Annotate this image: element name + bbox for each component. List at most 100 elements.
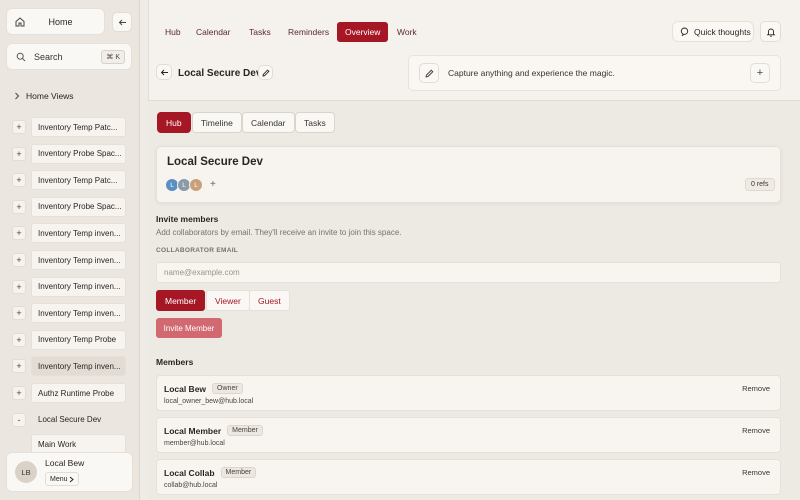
home-views-label: Home Views — [26, 91, 74, 101]
sidebar-item[interactable]: + Inventory Temp inven... — [12, 303, 126, 324]
remove-member-button[interactable]: Remove — [742, 426, 770, 435]
tab-work[interactable]: Work — [389, 22, 425, 42]
pencil-icon — [261, 68, 270, 77]
sidebar-item[interactable]: + Inventory Temp Patc... — [12, 170, 126, 191]
sidebar-item[interactable]: + Authz Runtime Probe — [12, 383, 126, 403]
sidebar-item-label: Authz Runtime Probe — [31, 383, 126, 403]
menu-label: Menu — [50, 475, 68, 483]
collaborator-email-label: COLLABORATOR EMAIL — [156, 247, 239, 254]
chevron-right-icon — [69, 476, 74, 483]
user-card: LB Local Bew Menu — [6, 452, 133, 492]
chevron-right-icon — [14, 92, 20, 100]
quick-thoughts-button[interactable]: Quick thoughts — [672, 21, 754, 42]
sidebar-item[interactable]: + Inventory Temp inven... — [12, 356, 126, 377]
subtab-calendar[interactable]: Calendar — [242, 112, 295, 133]
sidebar-item[interactable]: + Inventory Temp inven... — [12, 276, 126, 297]
search-button[interactable]: Search ⌘ K — [6, 43, 132, 70]
back-button[interactable] — [156, 64, 172, 80]
expand-icon[interactable]: + — [12, 146, 26, 161]
user-name: Local Bew — [45, 458, 85, 468]
add-collaborator-button[interactable]: + — [210, 179, 216, 190]
remove-member-button[interactable]: Remove — [742, 468, 770, 477]
collapse-sidebar-button[interactable] — [112, 12, 132, 32]
sidebar-item-label: Inventory Temp inven... — [31, 356, 126, 377]
tab-hub[interactable]: Hub — [157, 22, 189, 42]
invite-member-button[interactable]: Invite Member — [156, 318, 222, 338]
expand-icon[interactable]: + — [12, 359, 26, 374]
member-name-text: Local Bew — [164, 383, 207, 394]
sidebar-item-label: Inventory Temp inven... — [31, 250, 126, 270]
invite-heading: Invite members — [156, 214, 219, 224]
remove-member-button[interactable]: Remove — [742, 384, 770, 393]
member-email: member@hub.local — [164, 440, 225, 447]
sidebar-item[interactable]: + Inventory Temp Patc... — [12, 117, 126, 137]
sidebar-item[interactable]: + Inventory Probe Spac... — [12, 143, 126, 164]
member-name: Local Collab Member — [164, 467, 257, 478]
quick-thoughts-label: Quick thoughts — [694, 26, 751, 37]
notifications-button[interactable] — [760, 21, 781, 42]
sidebar-item[interactable]: + Inventory Probe Spac... — [12, 196, 126, 217]
invite-description: Add collaborators by email. They'll rece… — [156, 228, 402, 237]
capture-bar[interactable]: Capture anything and experience the magi… — [408, 55, 781, 91]
arrow-left-icon — [118, 18, 127, 27]
collapse-icon[interactable]: - — [12, 412, 26, 427]
member-name-text: Local Collab — [164, 467, 215, 478]
expand-icon[interactable]: + — [12, 173, 26, 188]
sidebar-item[interactable]: + Inventory Temp inven... — [12, 250, 126, 270]
tab-overview[interactable]: Overview — [337, 22, 389, 42]
expand-icon[interactable]: + — [12, 253, 26, 267]
home-button[interactable]: Home — [6, 8, 105, 35]
sidebar-item-label: Inventory Temp Probe — [31, 329, 126, 350]
member-role-badge: Member — [227, 425, 263, 436]
home-views-toggle[interactable]: Home Views — [14, 91, 74, 101]
space-title: Local Secure Dev — [167, 156, 263, 168]
chat-bubble-icon — [680, 27, 689, 36]
member-role-badge: Member — [220, 467, 257, 478]
sidebar-item[interactable]: + Inventory Temp inven... — [12, 223, 126, 244]
sidebar-item-label: Inventory Temp inven... — [31, 303, 126, 324]
member-row: Local Bew Owner local_owner_bew@hub.local R… — [156, 375, 781, 411]
bell-icon — [766, 27, 776, 37]
member-role-badge: Owner — [212, 383, 243, 394]
expand-icon[interactable]: + — [12, 332, 26, 347]
page-title: Local Secure Dev — [178, 68, 262, 79]
avatar: LB — [15, 461, 37, 483]
pencil-icon — [419, 63, 439, 83]
member-name: Local Member Member — [164, 425, 263, 436]
member-name: Local Bew Owner — [164, 383, 243, 394]
user-menu-button[interactable]: Menu — [45, 472, 79, 486]
sidebar-item[interactable]: + Inventory Temp Probe — [12, 329, 126, 350]
role-viewer-button[interactable]: Viewer — [206, 290, 250, 311]
expand-icon[interactable]: + — [12, 279, 26, 294]
tab-reminders[interactable]: Reminders — [280, 22, 338, 42]
expand-icon[interactable]: + — [12, 386, 26, 400]
role-guest-button[interactable]: Guest — [249, 290, 290, 311]
expand-icon[interactable]: + — [12, 226, 26, 241]
sidebar-child-item[interactable]: Main Work — [12, 434, 126, 454]
home-label: Home — [48, 16, 73, 27]
search-shortcut: ⌘ K — [101, 49, 125, 64]
sidebar-item-label: Inventory Temp inven... — [31, 276, 126, 297]
member-email: local_owner_bew@hub.local — [164, 398, 254, 405]
tab-tasks[interactable]: Tasks — [241, 22, 279, 42]
expand-icon[interactable]: + — [12, 199, 26, 214]
search-label: Search — [34, 51, 63, 62]
add-capture-button[interactable]: + — [750, 63, 770, 83]
plus-icon: + — [756, 67, 764, 79]
subtab-tasks[interactable]: Tasks — [295, 112, 335, 133]
sidebar-item-label: Local Secure Dev — [38, 415, 102, 425]
subtab-hub[interactable]: Hub — [157, 112, 191, 133]
edit-title-button[interactable] — [258, 65, 273, 80]
space-card — [156, 146, 781, 203]
members-heading: Members — [156, 357, 194, 367]
tab-calendar[interactable]: Calendar — [188, 22, 239, 42]
member-row: Local Collab Member collab@hub.local Remove — [156, 459, 781, 495]
role-member-button[interactable]: Member — [156, 290, 206, 311]
search-icon — [16, 52, 26, 62]
subtab-timeline[interactable]: Timeline — [192, 112, 242, 133]
collaborator-email-field[interactable] — [156, 262, 781, 283]
sidebar-item-label: Inventory Temp inven... — [31, 223, 126, 244]
sidebar-item[interactable]: - Local Secure Dev — [12, 410, 126, 430]
expand-icon[interactable]: + — [12, 120, 26, 134]
expand-icon[interactable]: + — [12, 306, 26, 321]
